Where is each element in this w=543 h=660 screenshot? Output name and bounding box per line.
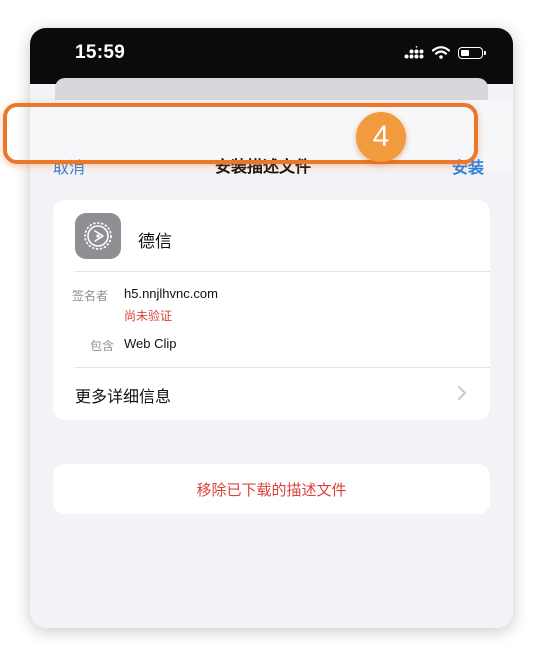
wifi-icon — [432, 46, 450, 59]
signal-icon — [404, 46, 424, 59]
divider — [75, 271, 490, 272]
chevron-right-icon — [458, 386, 466, 400]
signer-label: 签名者 — [72, 289, 109, 303]
contains-label: 包含 — [90, 339, 115, 353]
profile-card: 德信 签名者 h5.nnjlhvnc.com 尚未验证 包含 Web Clip … — [53, 200, 490, 420]
contains-value: Web Clip — [124, 336, 177, 351]
signer-value: h5.nnjlhvnc.com — [124, 286, 218, 301]
status-icons — [404, 46, 486, 59]
battery-icon — [458, 46, 486, 59]
verify-status: 尚未验证 — [124, 309, 173, 323]
highlight-frame — [3, 103, 478, 164]
remove-profile-button[interactable]: 移除已下载的描述文件 — [53, 464, 490, 514]
profile-name: 德信 — [138, 232, 172, 252]
remove-profile-label: 移除已下载的描述文件 — [196, 481, 347, 499]
step-badge: 4 — [356, 112, 406, 162]
status-bar: 15:59 — [30, 28, 513, 84]
status-time: 15:59 — [75, 42, 126, 63]
settings-gear-icon — [75, 213, 121, 259]
more-details-row[interactable]: 更多详细信息 — [53, 368, 490, 420]
more-details-label: 更多详细信息 — [75, 387, 172, 406]
